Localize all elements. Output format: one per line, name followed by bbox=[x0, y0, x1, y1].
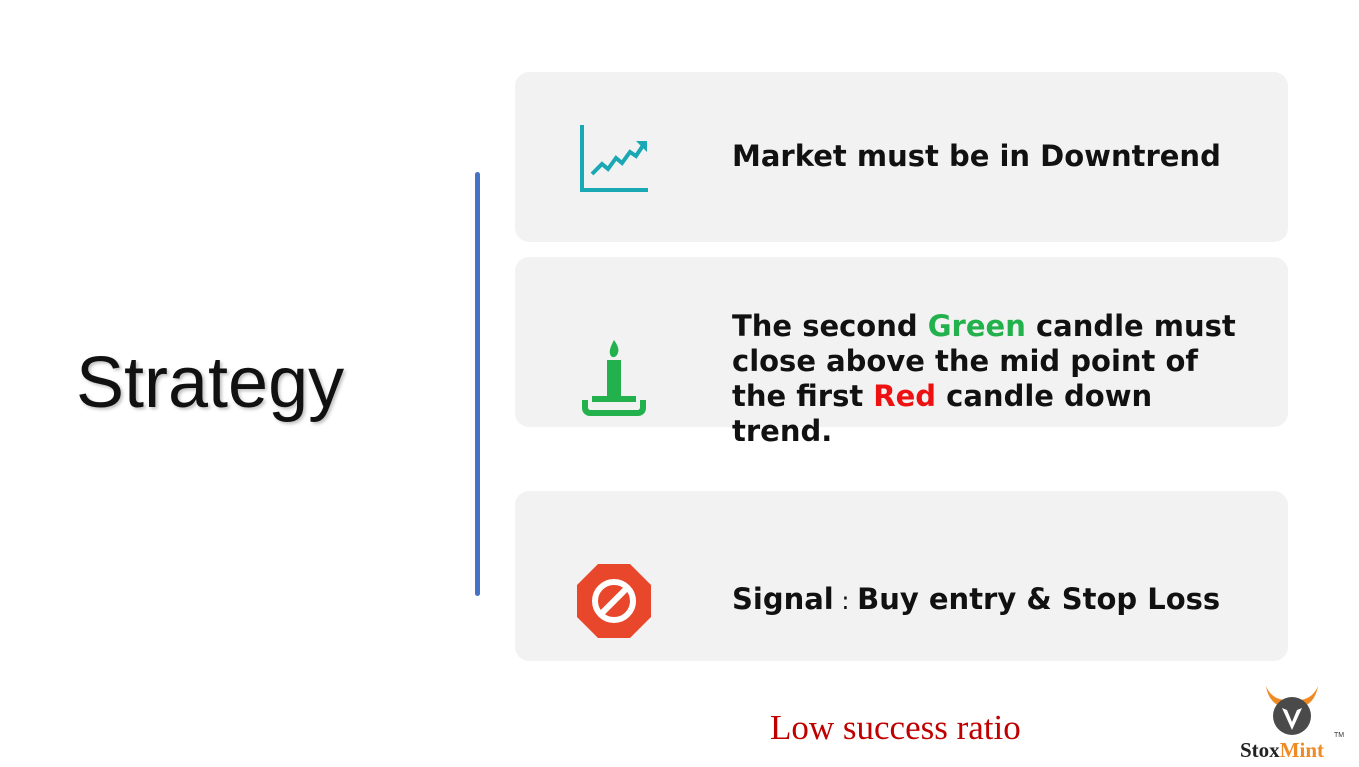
red-word: Red bbox=[873, 379, 937, 413]
trend-chart-icon bbox=[578, 122, 650, 194]
signal-separator: : bbox=[841, 587, 850, 615]
candle-rule-line-1: The second Green candle must bbox=[732, 309, 1236, 343]
card-candle-rule-text: The second Green candle must close above… bbox=[732, 309, 1236, 449]
card-downtrend-text: Market must be in Downtrend bbox=[732, 139, 1221, 173]
green-word: Green bbox=[927, 309, 1026, 343]
trademark-symbol: TM bbox=[1334, 732, 1345, 739]
stoxmint-logo: TM StoxMint bbox=[1238, 682, 1350, 764]
slide: Strategy Market must be in Downtrend The… bbox=[0, 0, 1359, 767]
slide-title: Strategy bbox=[76, 343, 345, 423]
success-ratio-note: Low success ratio bbox=[770, 708, 1021, 747]
stop-sign-icon bbox=[574, 561, 654, 641]
signal-label: Signal bbox=[732, 582, 834, 616]
card-signal-text: Signal : Buy entry & Stop Loss bbox=[732, 582, 1220, 619]
candle-icon bbox=[580, 338, 648, 418]
bull-head-icon bbox=[1264, 684, 1320, 736]
candle-rule-line-3: the first Red candle down bbox=[732, 379, 1153, 413]
candle-rule-line-2: close above the mid point of bbox=[732, 344, 1199, 378]
vertical-divider bbox=[475, 172, 480, 596]
candle-rule-line-4: trend. bbox=[732, 414, 833, 448]
signal-value: Buy entry & Stop Loss bbox=[857, 582, 1221, 616]
logo-wordmark: StoxMint bbox=[1240, 738, 1325, 762]
